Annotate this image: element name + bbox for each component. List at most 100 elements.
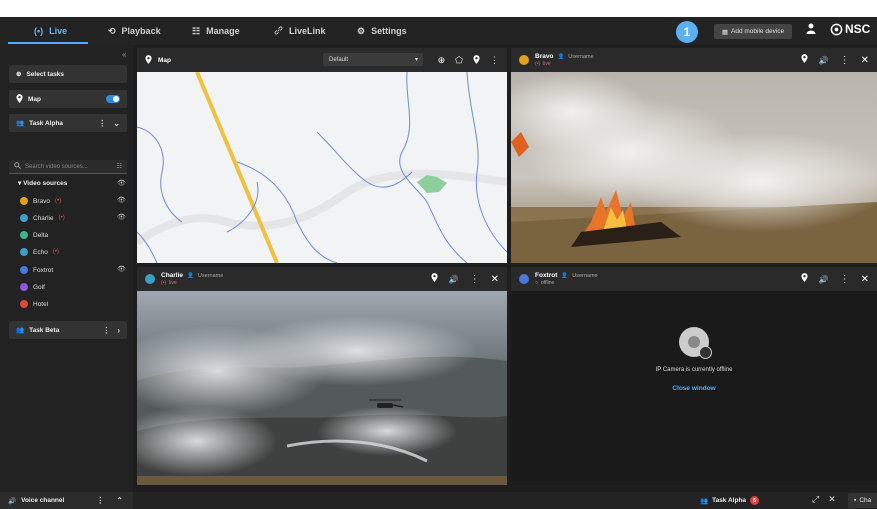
source-item-echo[interactable]: Echo (•) [20, 246, 59, 258]
offline-message: IP Camera is currently offline [655, 367, 733, 373]
source-item-delta[interactable]: Delta [20, 229, 48, 241]
eye-icon[interactable]: 👁 [117, 179, 126, 187]
link-icon [274, 26, 283, 37]
chevron-right-icon[interactable]: › [117, 326, 120, 335]
chevron-down-icon[interactable]: ⌄ [113, 119, 120, 128]
locate-icon[interactable]: ⊕ [438, 55, 446, 66]
close-icon[interactable]: ✕ [491, 274, 499, 285]
charlie-video-feed[interactable] [137, 291, 507, 485]
select-tasks-button[interactable]: ⊕ Select tasks [9, 65, 127, 83]
source-item-charlie[interactable]: Charlie (•) [20, 212, 65, 224]
tab-live[interactable]: (•) Live [34, 17, 67, 45]
task-alpha-chip-label: Task Alpha [712, 497, 747, 504]
map-style-select[interactable]: Default ▾ [323, 53, 423, 66]
charlie-pane-header: Charlie 👤 Username (•) live 🔊 ⋮ ✕ [137, 267, 507, 291]
map-pin-icon[interactable] [801, 273, 808, 285]
source-item-golf[interactable]: Golf [20, 281, 45, 293]
foxtrot-pane: Foxtrot 👤 Username ○ offline 🔊 ⋮ ✕ IP Ca… [511, 267, 877, 485]
source-name: Echo [33, 248, 48, 256]
tab-label: Live [49, 26, 68, 36]
more-vert-icon[interactable]: ⋮ [96, 496, 104, 505]
map-toggle-switch[interactable] [106, 95, 120, 103]
expand-icon[interactable]: ⤢ [812, 494, 819, 505]
group-icon: 👥 [16, 327, 25, 334]
task-alpha-chip[interactable]: 👥 Task Alpha 6 [700, 494, 760, 507]
close-icon[interactable]: ✕ [861, 274, 869, 285]
sliders-icon: ☷ [192, 25, 201, 36]
volume-icon[interactable]: 🔊 [449, 275, 459, 284]
more-vert-icon[interactable]: ⋮ [98, 119, 106, 128]
live-icon: (•) [58, 215, 65, 221]
bottom-bar: 🔊 Voice channel ⋮ ⌃ 👥 Task Alpha 6 ⤢ ✕ ▪… [0, 492, 877, 509]
chat-button[interactable]: ▪ Cha [848, 493, 877, 508]
more-vert-icon[interactable]: ⋮ [840, 55, 850, 66]
video-sources-header[interactable]: ▾ Video sources [18, 179, 67, 187]
add-mobile-label: Add mobile device [731, 28, 785, 35]
close-window-link[interactable]: Close window [511, 385, 877, 392]
bravo-status: live [543, 61, 551, 67]
collapse-sidebar-icon[interactable]: « [122, 50, 126, 59]
close-icon[interactable]: ✕ [861, 55, 869, 66]
bravo-avatar-icon [20, 197, 28, 205]
source-name: Golf [33, 283, 45, 291]
history-icon: ⟲ [108, 25, 116, 36]
foxtrot-pane-header: Foxtrot 👤 Username ○ offline 🔊 ⋮ ✕ [511, 267, 877, 291]
tab-settings[interactable]: ⚙ Settings [357, 17, 407, 45]
brand-logo: NSC [830, 22, 870, 36]
offline-dot-icon: ○ [535, 280, 539, 286]
tab-livelink[interactable]: LiveLink [274, 17, 326, 45]
map-pin-icon[interactable] [431, 273, 438, 285]
select-tasks-label: Select tasks [26, 70, 65, 78]
eye-icon[interactable]: 👁 [117, 213, 126, 221]
task-alpha-row[interactable]: 👥 Task Alpha ⋮ ⌄ [9, 114, 127, 132]
tab-playback[interactable]: ⟲ Playback [108, 17, 161, 45]
top-nav: (•) Live ⟲ Playback ☷ Manage LiveLink ⚙ … [0, 17, 877, 45]
source-name: Charlie [33, 214, 54, 222]
source-item-bravo[interactable]: Bravo (•) [20, 195, 61, 207]
task-beta-row[interactable]: 👥 Task Beta ⋮ › [9, 321, 127, 339]
filter-icon[interactable]: ☷ [117, 163, 122, 170]
draw-polygon-icon[interactable]: ⬠ [455, 55, 463, 66]
bravo-pane-header: Bravo 👤 Username (•) live 🔊 ⋮ ✕ [511, 48, 877, 72]
live-icon: (•) [535, 61, 541, 67]
search-icon [14, 162, 21, 171]
group-icon: 👥 [700, 497, 709, 505]
tab-label: Settings [371, 26, 407, 36]
map-pin-icon[interactable] [801, 54, 808, 66]
more-vert-icon[interactable]: ⋮ [490, 55, 499, 66]
bravo-avatar-icon [519, 55, 529, 65]
tab-label: LiveLink [289, 26, 326, 36]
source-item-foxtrot[interactable]: Foxtrot [20, 264, 53, 276]
chevron-up-icon[interactable]: ⌃ [116, 496, 123, 505]
more-vert-icon[interactable]: ⋮ [840, 274, 850, 285]
more-vert-icon[interactable]: ⋮ [470, 274, 480, 285]
volume-icon[interactable]: 🔊 [819, 275, 829, 284]
chat-icon: ▪ [854, 497, 857, 504]
foxtrot-title: Foxtrot [535, 272, 558, 279]
speaker-icon: 🔊 [8, 497, 17, 505]
bravo-video-feed[interactable] [511, 72, 877, 263]
map-toggle-row[interactable]: Map [9, 90, 127, 108]
qr-icon: ▦ [721, 28, 729, 36]
close-icon[interactable]: ✕ [828, 494, 836, 505]
eye-icon[interactable]: 👁 [117, 265, 126, 273]
source-item-hotel[interactable]: Hotel [20, 298, 48, 310]
add-mobile-device-button[interactable]: ▦ Add mobile device [714, 24, 792, 39]
echo-avatar-icon [20, 248, 28, 256]
voice-channel-bar[interactable]: 🔊 Voice channel ⋮ ⌃ [0, 492, 133, 509]
source-name: Foxtrot [33, 266, 54, 274]
logo-mark-icon [830, 23, 843, 35]
foxtrot-avatar-icon [20, 266, 28, 274]
map-canvas[interactable] [137, 72, 507, 263]
eye-icon[interactable]: 👁 [117, 196, 126, 204]
app-window: (•) Live ⟲ Playback ☷ Manage LiveLink ⚙ … [0, 17, 877, 509]
volume-icon[interactable]: 🔊 [819, 56, 829, 65]
map-pin-icon[interactable] [473, 54, 480, 66]
user-icon[interactable] [806, 23, 816, 37]
video-source-search[interactable]: Search video sources... ☷ [9, 160, 127, 174]
tab-manage[interactable]: ☷ Manage [192, 17, 240, 45]
map-pane-header: Map Default ▾ ⊕ ⬠ ⋮ [137, 48, 507, 72]
bravo-pane: Bravo 👤 Username (•) live 🔊 ⋮ ✕ [511, 48, 877, 263]
more-vert-icon[interactable]: ⋮ [102, 326, 110, 335]
gear-icon: ⚙ [357, 25, 366, 36]
